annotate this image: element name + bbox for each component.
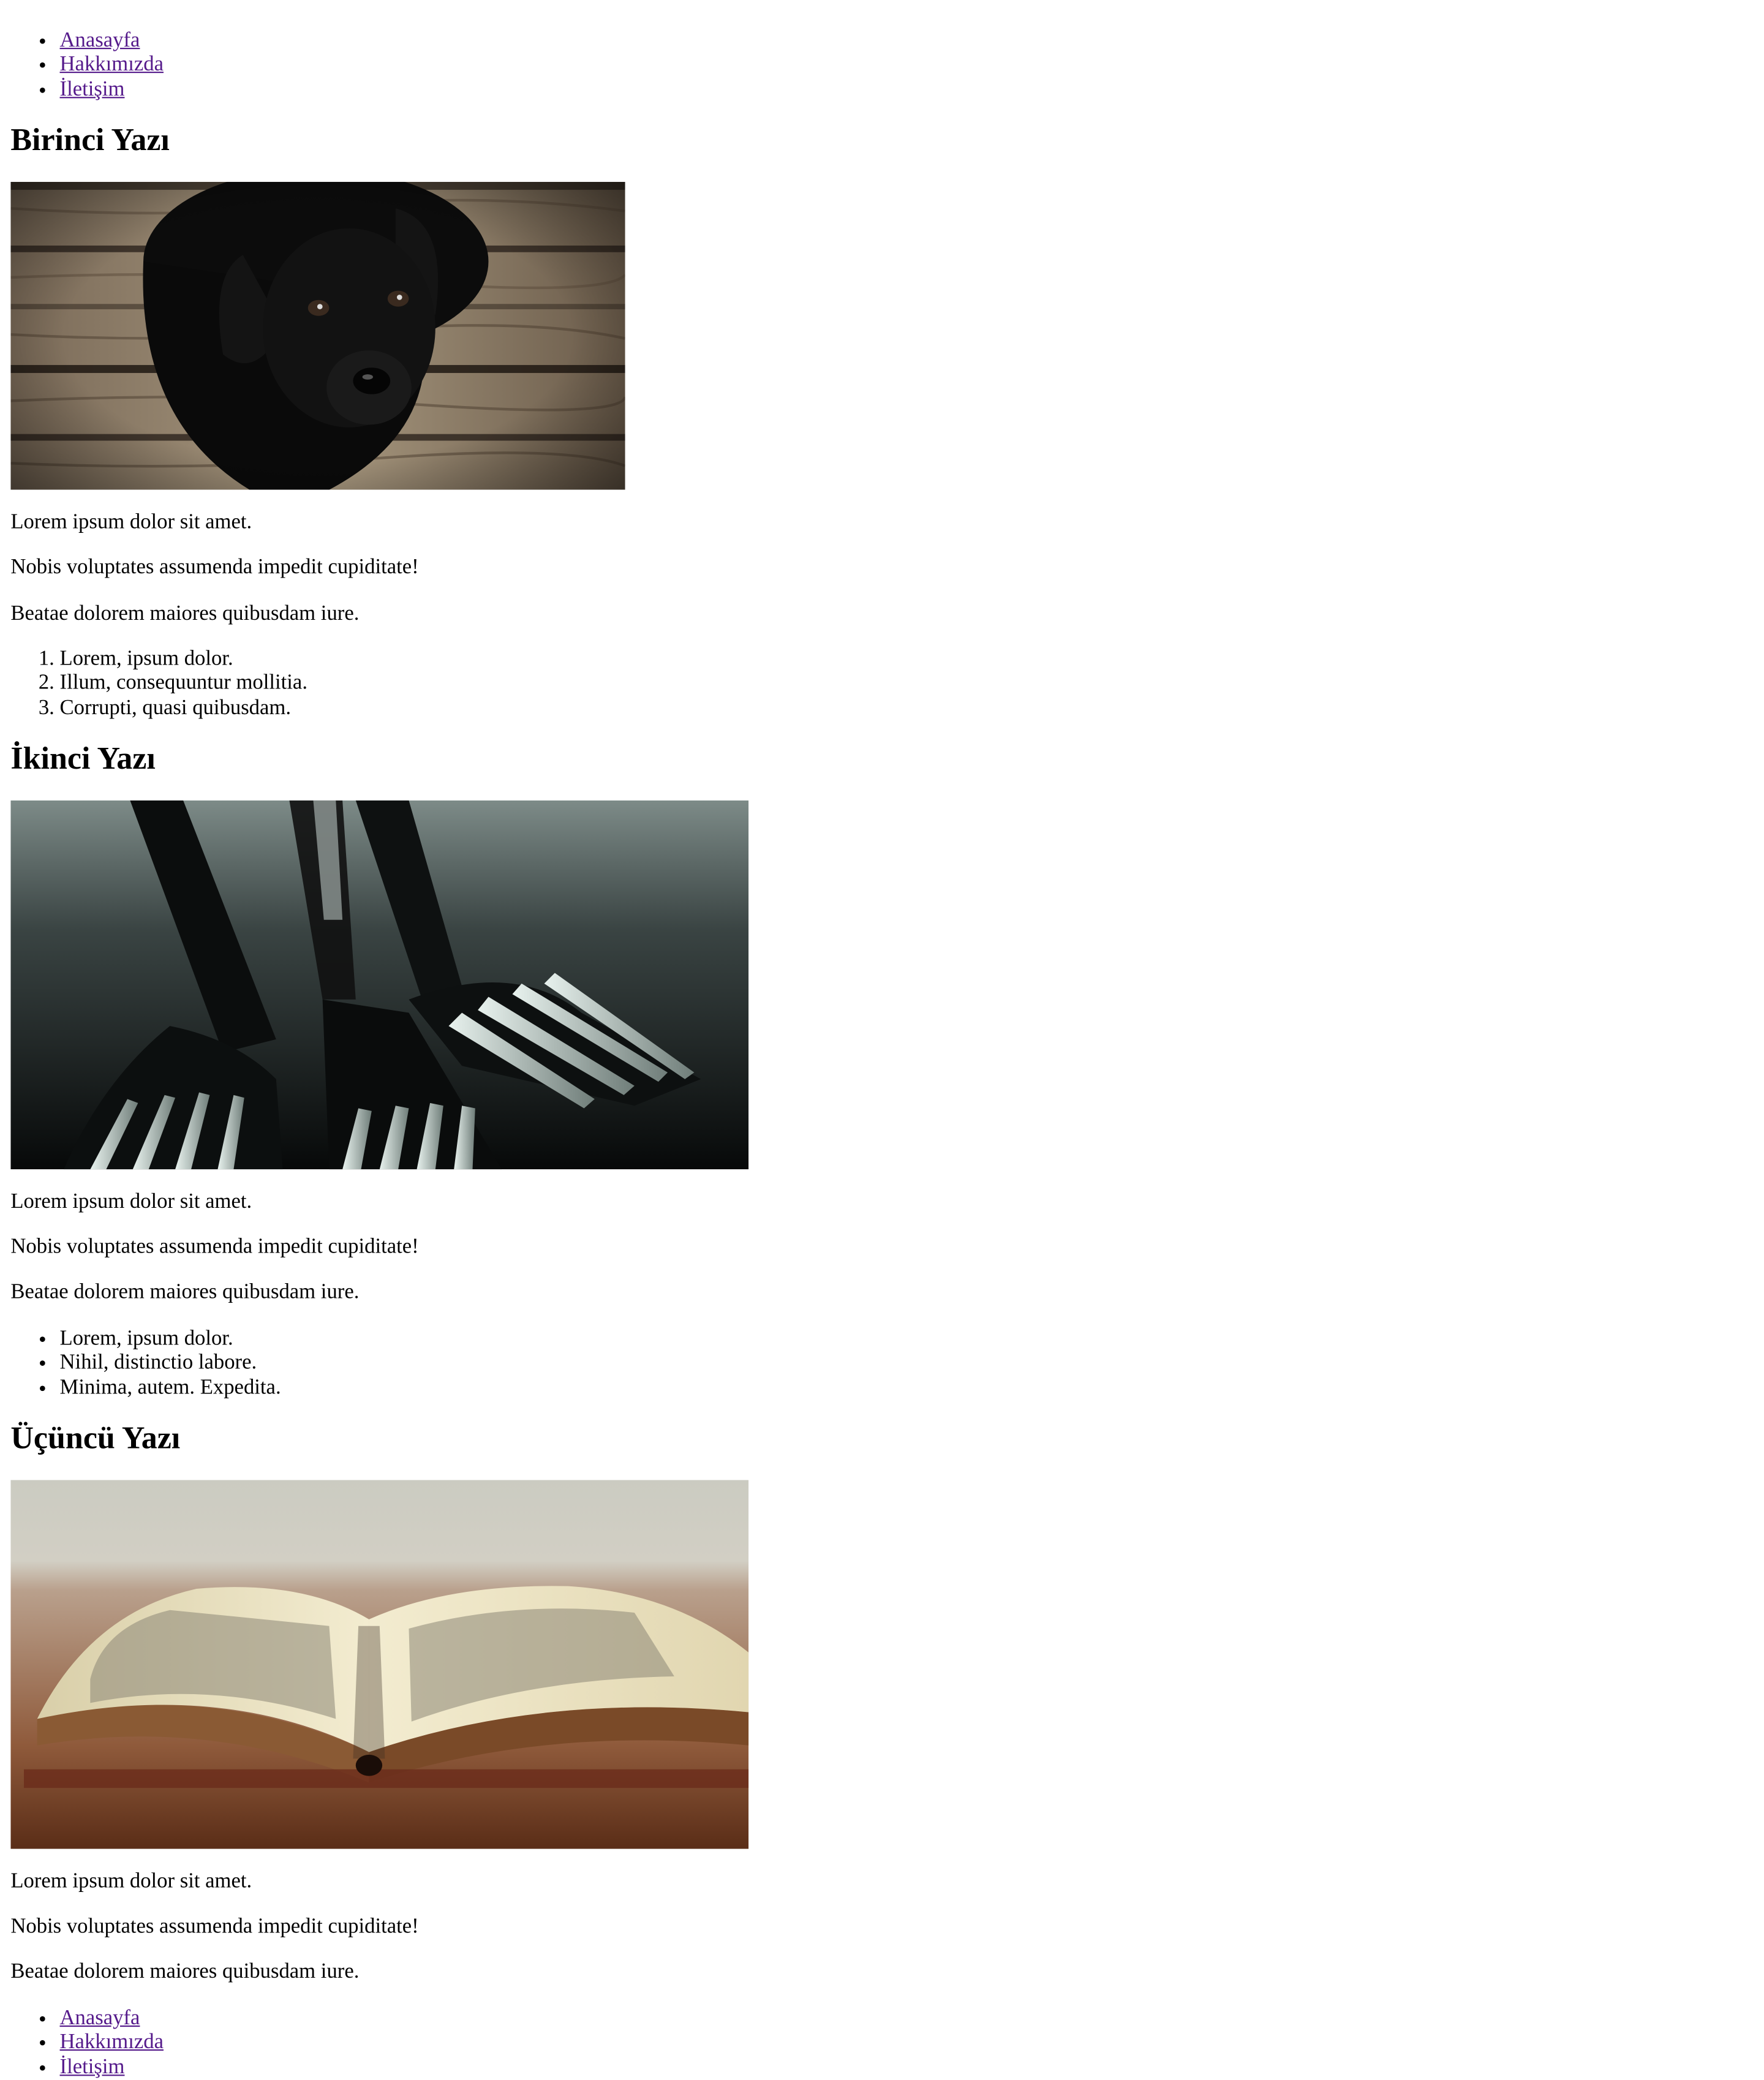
list-item: Minima, autem. Expedita. — [60, 1376, 1764, 1401]
post-paragraph: Nobis voluptates assumenda impedit cupid… — [10, 1915, 419, 1939]
page: Anasayfa Hakkımızda İletişim Birinci Yaz… — [0, 0, 1764, 2078]
black-puppy-image — [10, 181, 625, 490]
list-item: Illum, consequuntur mollitia. — [60, 672, 1764, 696]
nav-item: İletişim — [60, 2056, 1764, 2080]
nav-link-contact[interactable]: İletişim — [60, 78, 125, 100]
post-title: Birinci Yazı — [10, 123, 170, 159]
nav-link-contact[interactable]: İletişim — [60, 2056, 125, 2078]
open-book-image — [10, 1479, 749, 1848]
nav-link-home[interactable]: Anasayfa — [60, 29, 140, 52]
post-ordered-list: Lorem, ipsum dolor. Illum, consequuntur … — [10, 647, 1764, 721]
bottom-nav: Anasayfa Hakkımızda İletişim — [10, 2007, 1764, 2080]
nav-link-about[interactable]: Hakkımızda — [60, 54, 164, 77]
nav-item: Hakkımızda — [60, 2031, 1764, 2056]
list-item: Corrupti, quasi quibusdam. — [60, 696, 1764, 721]
post-paragraph: Nobis voluptates assumenda impedit cupid… — [10, 1235, 419, 1259]
nav-link-about[interactable]: Hakkımızda — [60, 2031, 164, 2054]
nav-item: Anasayfa — [60, 2007, 1764, 2031]
list-item: Lorem, ipsum dolor. — [60, 1327, 1764, 1352]
list-item: Lorem, ipsum dolor. — [60, 647, 1764, 672]
list-item: Nihil, distinctio labore. — [60, 1352, 1764, 1376]
post-paragraph: Lorem ipsum dolor sit amet. — [10, 1190, 252, 1213]
post-title: Üçüncü Yazı — [10, 1422, 181, 1456]
post-title: İkinci Yazı — [10, 742, 156, 777]
post-paragraph: Nobis voluptates assumenda impedit cupid… — [10, 556, 419, 579]
nav-link-home[interactable]: Anasayfa — [60, 2007, 140, 2029]
post-paragraph: Beatae dolorem maiores quibusdam iure. — [10, 601, 360, 625]
post-paragraph: Lorem ipsum dolor sit amet. — [10, 510, 252, 533]
post-paragraph: Beatae dolorem maiores quibusdam iure. — [10, 1961, 360, 1984]
nav-item: Hakkımızda — [60, 54, 1764, 78]
forks-image — [10, 800, 749, 1169]
nav-item: İletişim — [60, 78, 1764, 102]
post-paragraph: Lorem ipsum dolor sit amet. — [10, 1869, 252, 1893]
top-nav: Anasayfa Hakkımızda İletişim — [10, 29, 1764, 103]
nav-item: Anasayfa — [60, 29, 1764, 54]
post-paragraph: Beatae dolorem maiores quibusdam iure. — [10, 1281, 360, 1305]
post-unordered-list: Lorem, ipsum dolor. Nihil, distinctio la… — [10, 1327, 1764, 1401]
